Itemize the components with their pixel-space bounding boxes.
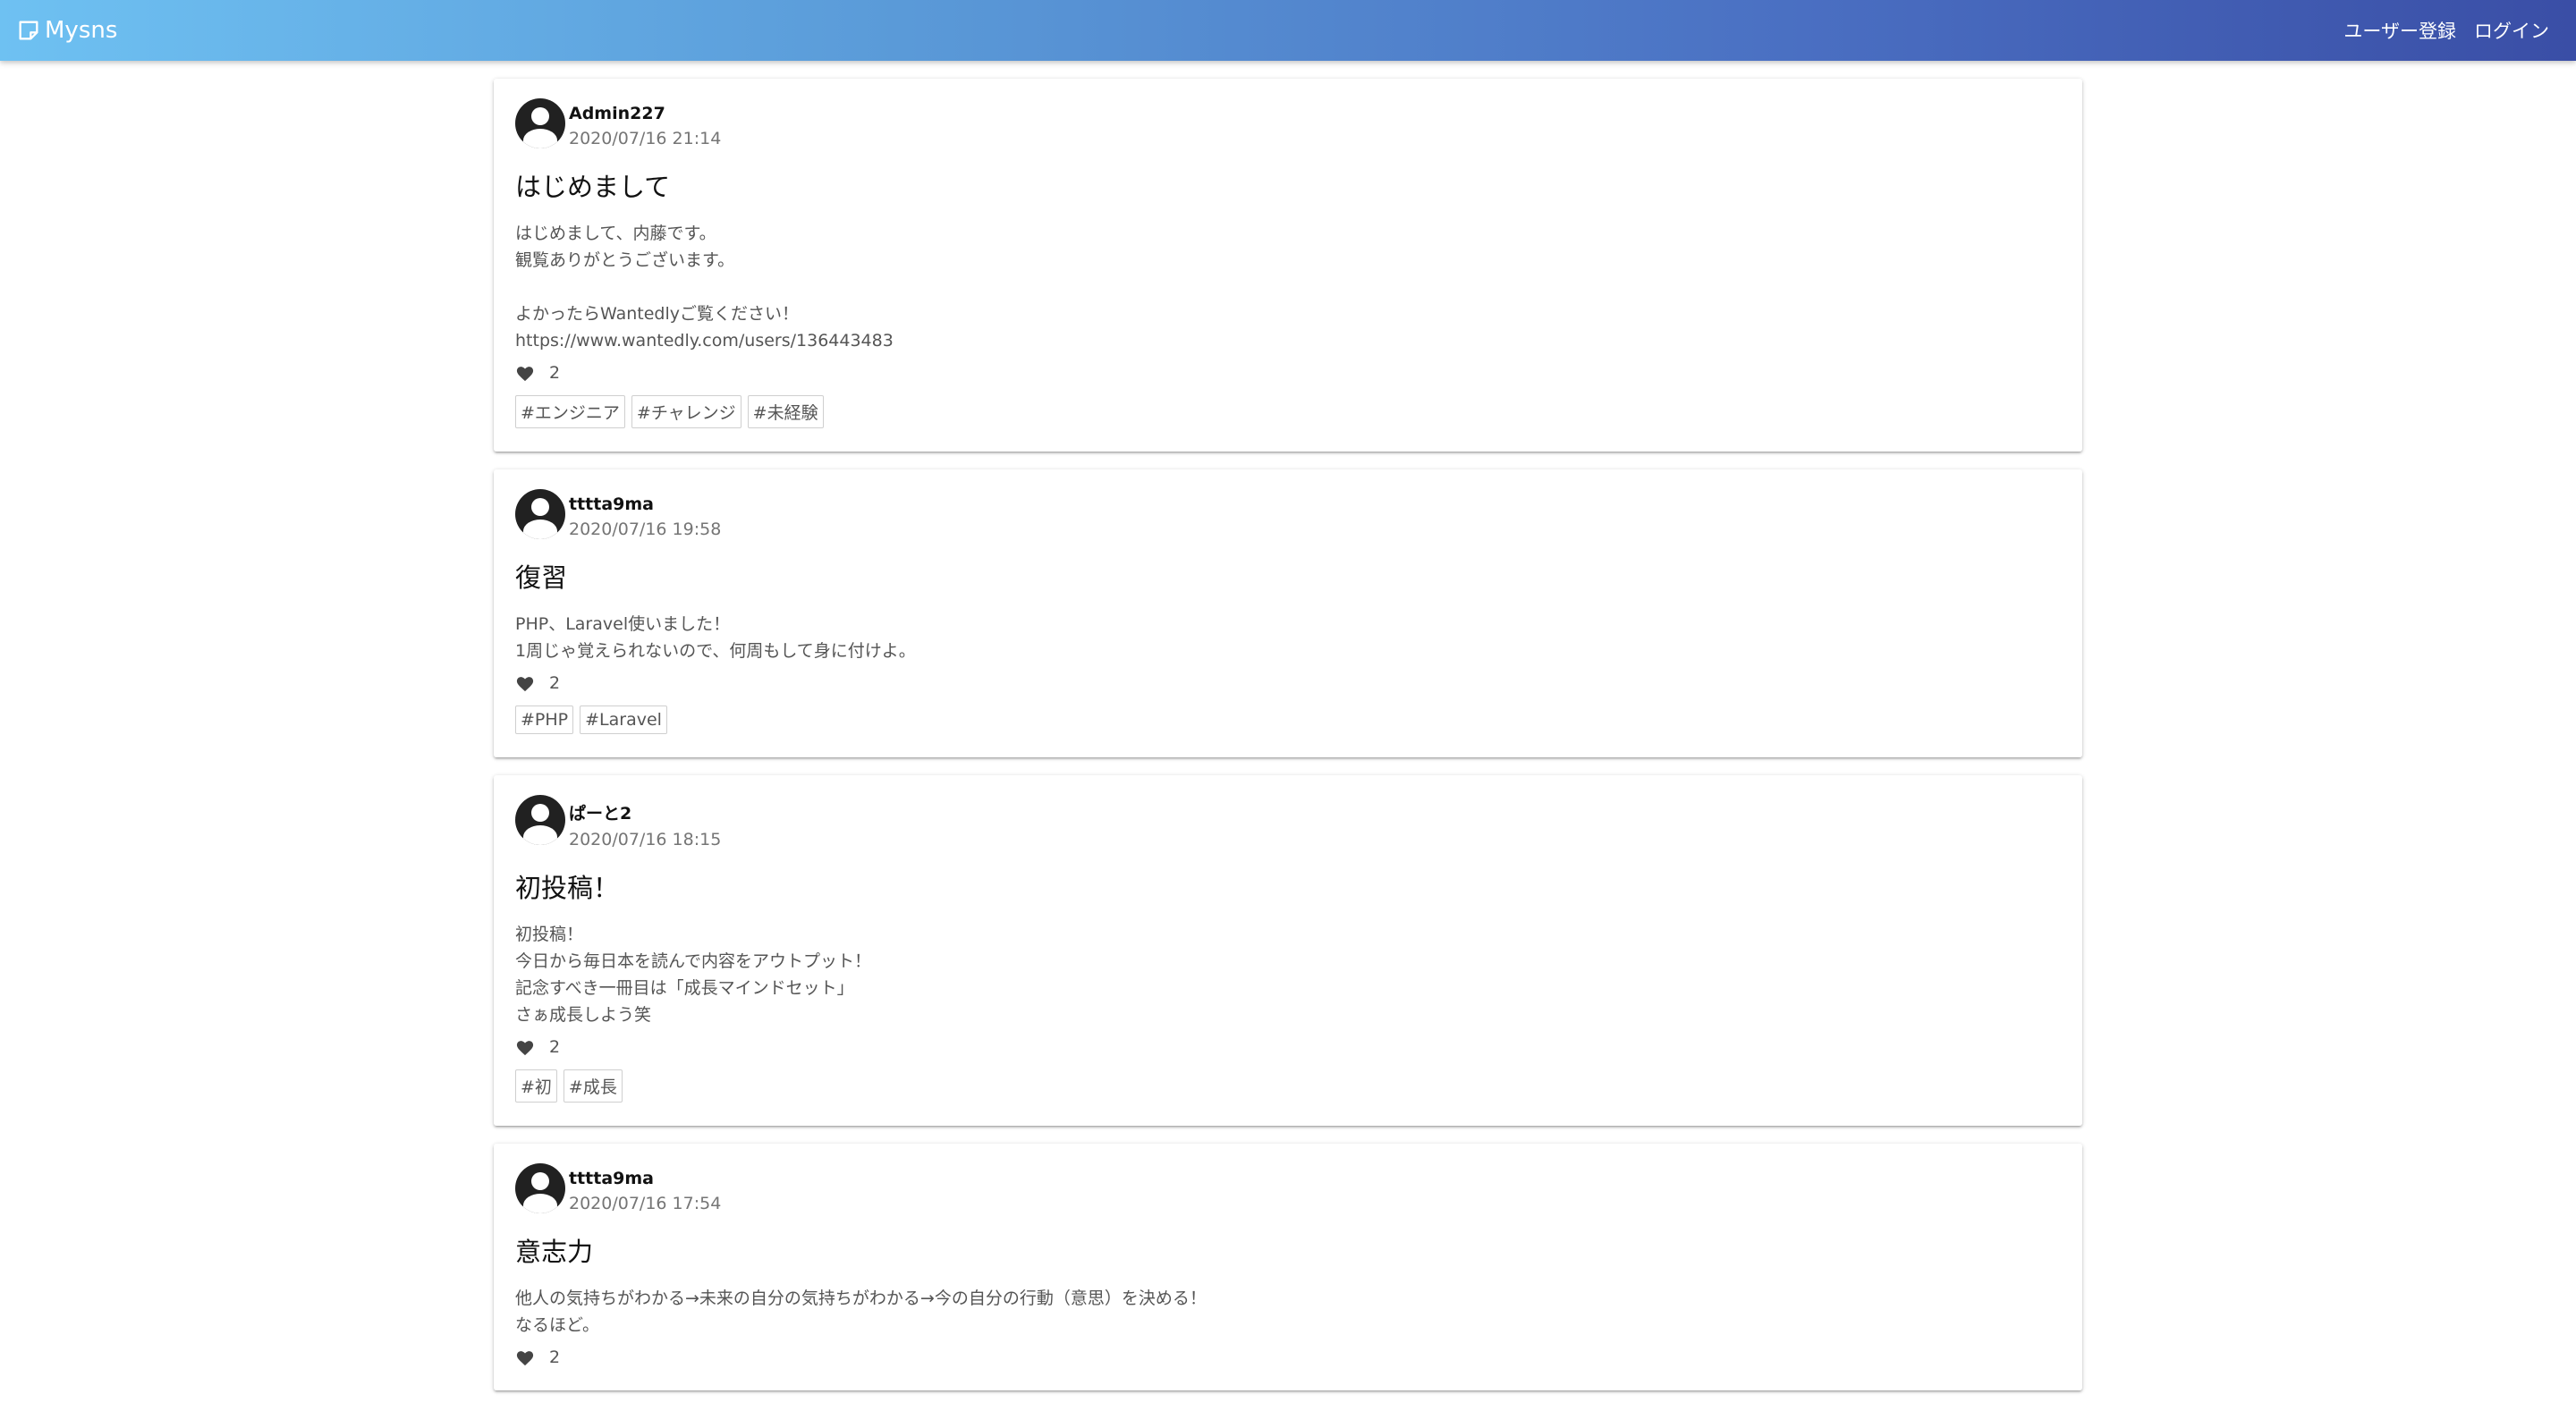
- post-title: 復習: [515, 562, 568, 593]
- post-header: tttta9ma 2020/07/16 17:54: [515, 1163, 2061, 1213]
- post-title: はじめまして: [515, 172, 671, 202]
- heart-icon[interactable]: [515, 1038, 535, 1056]
- tag-list: #エンジニア #チャレンジ #未経験: [515, 395, 2061, 428]
- post-body: 初投稿！ 今日から毎日本を読んで内容をアウトプット！ 記念すべき一冊目は「成長マ…: [515, 925, 872, 1025]
- like-count: 2: [549, 1037, 561, 1057]
- post-title: 初投稿！: [515, 873, 620, 903]
- brand-label: Mysns: [45, 17, 118, 44]
- brand-link[interactable]: Mysns: [16, 17, 117, 44]
- like-area: 2: [515, 673, 2061, 693]
- tag-list: #PHP #Laravel: [515, 706, 2061, 734]
- post-date: 2020/07/16 17:54: [569, 1194, 722, 1213]
- avatar[interactable]: [515, 795, 565, 845]
- like-count: 2: [549, 673, 561, 693]
- tag[interactable]: #PHP: [515, 706, 574, 734]
- post-card[interactable]: Admin227 2020/07/16 21:14 はじめまして はじめまして、…: [494, 79, 2082, 452]
- post-date: 2020/07/16 18:15: [569, 830, 722, 849]
- heart-icon[interactable]: [515, 364, 535, 382]
- post-feed: Admin227 2020/07/16 21:14 はじめまして はじめまして、…: [494, 79, 2082, 1408]
- nav-links: ユーザー登録 ログイン: [2343, 17, 2549, 44]
- post-header: tttta9ma 2020/07/16 19:58: [515, 489, 2061, 539]
- post-author[interactable]: tttta9ma: [569, 1169, 721, 1188]
- avatar[interactable]: [515, 489, 565, 539]
- post-body: はじめまして、内藤です。 観覧ありがとうございます。 よかったらWantedly…: [515, 224, 894, 351]
- post-date: 2020/07/16 19:58: [569, 520, 722, 539]
- like-count: 2: [549, 1348, 561, 1367]
- tag[interactable]: #エンジニア: [515, 395, 625, 428]
- avatar[interactable]: [515, 1163, 565, 1213]
- like-area: 2: [515, 1348, 2061, 1367]
- note-icon: [16, 18, 41, 43]
- post-body: 他人の気持ちがわかる→未来の自分の気持ちがわかる→今の自分の行動（意思）を決める…: [515, 1288, 1207, 1335]
- post-title: 意志力: [515, 1237, 594, 1267]
- post-card[interactable]: tttta9ma 2020/07/16 19:58 復習 PHP、Laravel…: [494, 469, 2082, 757]
- heart-icon[interactable]: [515, 674, 535, 692]
- register-link[interactable]: ユーザー登録: [2343, 17, 2456, 44]
- like-area: 2: [515, 1037, 2061, 1057]
- tag[interactable]: #Laravel: [580, 706, 667, 734]
- post-author[interactable]: tttta9ma: [569, 494, 721, 514]
- post-header: ぱーと2 2020/07/16 18:15: [515, 795, 2061, 849]
- navbar: Mysns ユーザー登録 ログイン: [0, 0, 2576, 61]
- post-author[interactable]: ぱーと2: [569, 800, 721, 824]
- post-date: 2020/07/16 21:14: [569, 129, 722, 148]
- tag[interactable]: #初: [515, 1069, 557, 1103]
- post-body: PHP、Laravel使いました！ 1周じゃ覚えられないので、何周もして身に付け…: [515, 614, 916, 661]
- like-count: 2: [549, 363, 561, 383]
- like-area: 2: [515, 363, 2061, 383]
- heart-icon[interactable]: [515, 1348, 535, 1366]
- avatar[interactable]: [515, 98, 565, 148]
- tag-list: #初 #成長: [515, 1069, 2061, 1103]
- tag[interactable]: #チャレンジ: [631, 395, 741, 428]
- tag[interactable]: #成長: [563, 1069, 623, 1103]
- post-card[interactable]: ぱーと2 2020/07/16 18:15 初投稿！ 初投稿！ 今日から毎日本を…: [494, 775, 2082, 1126]
- tag[interactable]: #未経験: [747, 395, 824, 428]
- post-author[interactable]: Admin227: [569, 104, 721, 123]
- post-header: Admin227 2020/07/16 21:14: [515, 98, 2061, 148]
- post-card[interactable]: tttta9ma 2020/07/16 17:54 意志力 他人の気持ちがわかる…: [494, 1144, 2082, 1390]
- login-link[interactable]: ログイン: [2474, 17, 2549, 44]
